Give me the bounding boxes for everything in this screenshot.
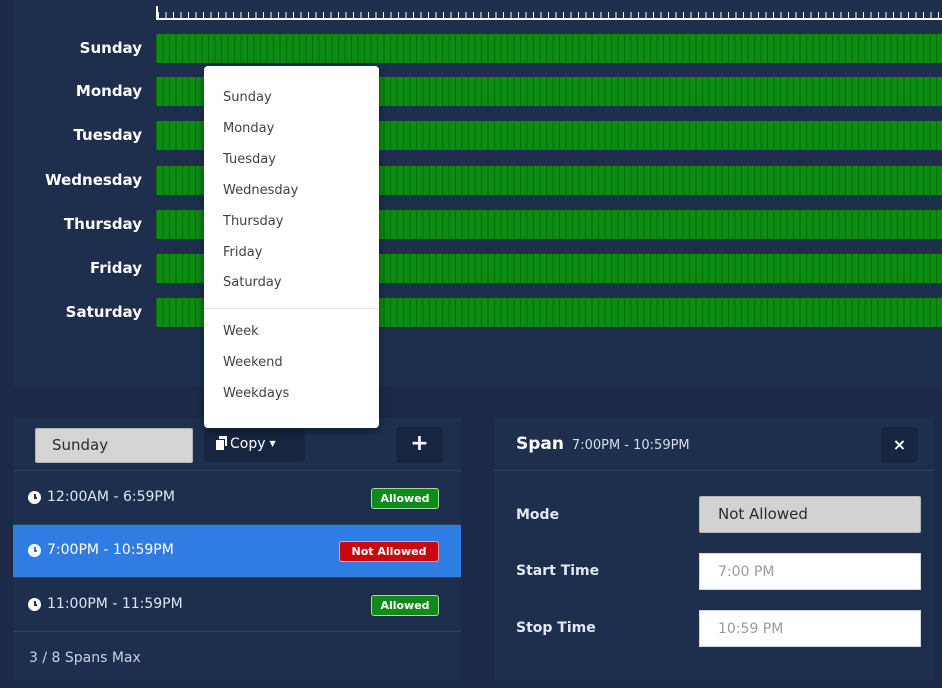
span-range: 12:00AM - 6:59PM — [47, 489, 175, 505]
spans-count-footer: 3 / 8 Spans Max — [29, 650, 141, 666]
menu-item-week[interactable]: Week — [223, 324, 259, 339]
copy-button-label: Copy — [230, 436, 266, 452]
menu-item-sunday[interactable]: Sunday — [223, 90, 272, 105]
span-range: 11:00PM - 11:59PM — [47, 596, 183, 612]
span-title-range: 7:00PM - 10:59PM — [571, 438, 690, 453]
start-time-label: Start Time — [516, 563, 600, 579]
span-detail-panel: Span 7:00PM - 10:59PM × Mode Not Allowed… — [494, 418, 934, 680]
status-badge: Allowed — [371, 595, 439, 616]
day-label: Tuesday — [73, 126, 142, 144]
menu-item-monday[interactable]: Monday — [223, 121, 274, 136]
schedule-row-thursday: Thursday — [13, 210, 942, 239]
clock-icon — [28, 544, 41, 557]
day-timeline-bar[interactable] — [156, 34, 942, 63]
schedule-row-sunday: Sunday — [13, 34, 942, 63]
menu-item-friday[interactable]: Friday — [223, 245, 262, 260]
close-button[interactable]: × — [881, 427, 918, 463]
day-select[interactable]: Sunday — [35, 428, 193, 463]
span-title-label: Span — [516, 434, 564, 454]
span-detail-title: Span 7:00PM - 10:59PM — [516, 434, 690, 454]
start-time-input[interactable]: 7:00 PM — [699, 553, 921, 590]
schedule-row-tuesday: Tuesday — [13, 121, 942, 150]
menu-divider — [204, 308, 379, 309]
weekly-schedule-grid: Sunday Monday Tuesday Wednesday Thursday… — [13, 0, 942, 387]
mode-select[interactable]: Not Allowed — [699, 496, 921, 533]
span-list-panel: Sunday Copy ▼ + 12:00AM - 6:59PM Allowed … — [13, 418, 461, 680]
span-row[interactable]: 11:00PM - 11:59PM Allowed — [13, 579, 461, 632]
day-label: Thursday — [63, 215, 142, 233]
span-row-selected[interactable]: 7:00PM - 10:59PM Not Allowed — [13, 525, 461, 578]
schedule-row-saturday: Saturday — [13, 298, 942, 327]
schedule-row-monday: Monday — [13, 77, 942, 106]
menu-item-wednesday[interactable]: Wednesday — [223, 183, 298, 198]
schedule-row-wednesday: Wednesday — [13, 166, 942, 195]
day-label: Monday — [75, 82, 142, 100]
menu-item-saturday[interactable]: Saturday — [223, 275, 282, 290]
span-row[interactable]: 12:00AM - 6:59PM Allowed — [13, 472, 461, 525]
status-badge: Allowed — [371, 488, 439, 509]
status-badge: Not Allowed — [339, 541, 439, 562]
stop-time-input[interactable]: 10:59 PM — [699, 610, 921, 647]
span-range: 7:00PM - 10:59PM — [47, 542, 174, 558]
day-label: Friday — [89, 259, 142, 277]
day-label: Saturday — [65, 303, 142, 321]
day-label: Wednesday — [45, 171, 142, 189]
copy-button[interactable]: Copy ▼ — [204, 429, 305, 462]
caret-down-icon: ▼ — [269, 439, 276, 448]
menu-item-tuesday[interactable]: Tuesday — [223, 152, 276, 167]
time-ruler — [156, 6, 942, 20]
day-label: Sunday — [79, 39, 142, 57]
menu-item-thursday[interactable]: Thursday — [223, 214, 283, 229]
stop-time-label: Stop Time — [516, 620, 596, 636]
menu-item-weekend[interactable]: Weekend — [223, 355, 283, 370]
add-span-button[interactable]: + — [396, 427, 443, 463]
menu-item-weekdays[interactable]: Weekdays — [223, 386, 289, 401]
copy-dropdown-menu: Sunday Monday Tuesday Wednesday Thursday… — [204, 66, 379, 428]
clock-icon — [28, 598, 41, 611]
schedule-row-friday: Friday — [13, 254, 942, 283]
span-detail-header: Span 7:00PM - 10:59PM × — [494, 418, 934, 471]
clock-icon — [28, 491, 41, 504]
copy-icon — [216, 436, 227, 450]
mode-label: Mode — [516, 507, 560, 523]
